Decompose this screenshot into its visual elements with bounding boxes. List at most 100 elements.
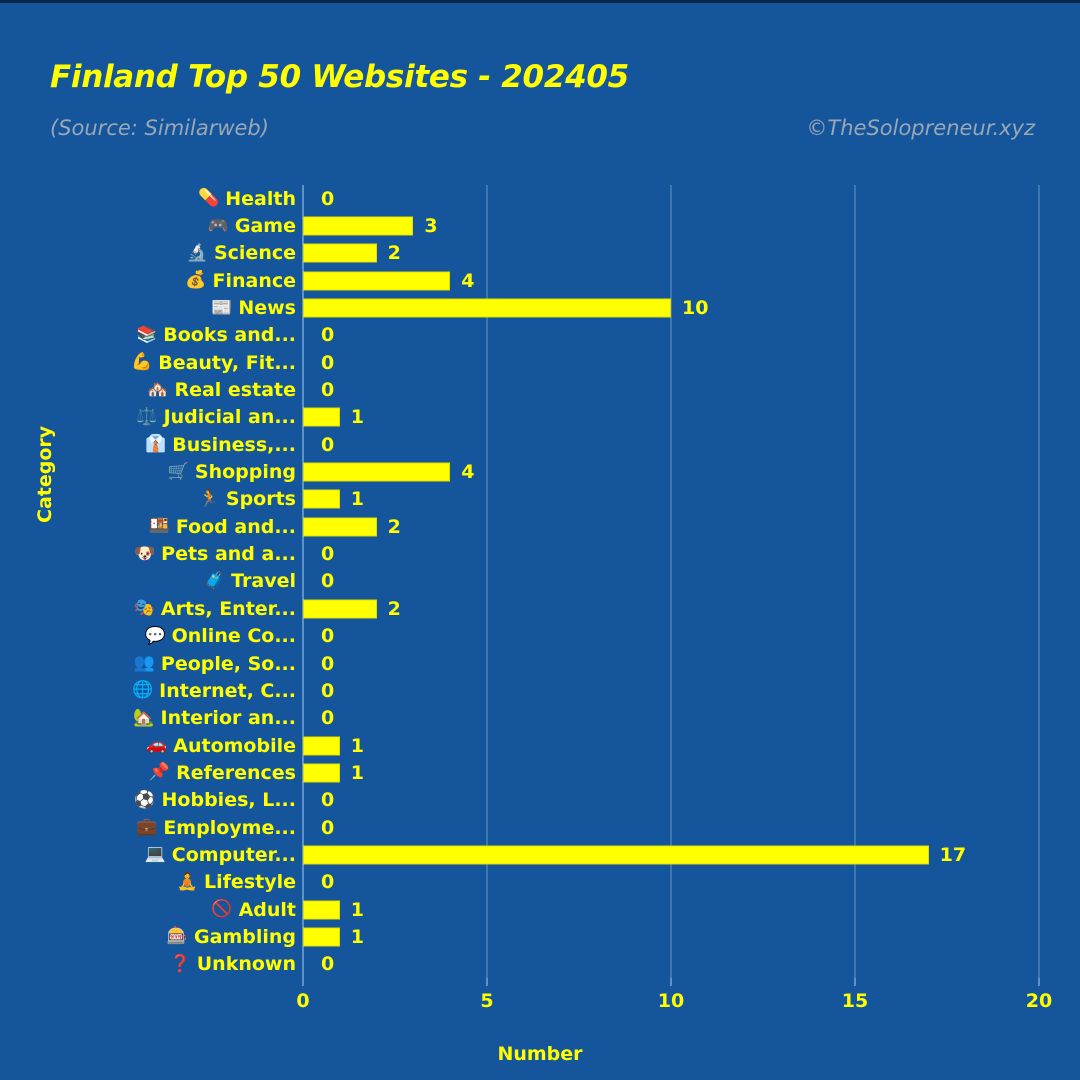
- bar-value-label: 3: [424, 215, 438, 238]
- y-axis-tick-label: 🏘️ Real estate: [147, 379, 296, 401]
- bar-row: 📌 References 1: [0, 759, 1080, 786]
- category-name: News: [238, 297, 296, 320]
- y-axis-tick-label: 🏡 Interior an...: [133, 707, 296, 729]
- x-axis-tick: [302, 978, 304, 986]
- performing-arts-icon: 🎭: [133, 598, 155, 619]
- no-entry-icon: 🚫: [211, 899, 233, 920]
- bar-value-label: 1: [350, 488, 365, 511]
- bar-row: 🏡 Interior an... 0: [0, 705, 1080, 732]
- bar: [303, 900, 340, 920]
- bar-value-label: 0: [321, 789, 335, 812]
- y-axis-tick-label: 🐶 Pets and a...: [134, 543, 296, 565]
- bar-value-label: 2: [387, 597, 401, 620]
- category-name: Internet, C...: [159, 679, 296, 702]
- bar: [303, 763, 340, 783]
- x-axis-tick-label: 20: [1025, 990, 1053, 1012]
- category-name: Employme...: [163, 816, 296, 839]
- y-axis-tick-label: 👔 Business,...: [145, 434, 296, 456]
- category-name: Game: [234, 215, 296, 238]
- person-meditating-icon: 🧘: [176, 871, 199, 892]
- bar-row: 🎭 Arts, Enter... 2: [0, 595, 1080, 622]
- car-icon: 🚗: [146, 735, 168, 756]
- bar: [303, 845, 929, 865]
- y-axis-tick-label: 🎮 Game: [208, 215, 296, 237]
- category-name: Lifestyle: [204, 871, 296, 894]
- category-name: Finance: [212, 269, 296, 292]
- bar-row: 💪 Beauty, Fit... 0: [0, 349, 1080, 376]
- runner-icon: 🏃: [198, 488, 220, 509]
- balance-scale-icon: ⚖️: [136, 406, 158, 427]
- bar-row: 🍱 Food and... 2: [0, 513, 1080, 540]
- books-icon: 📚: [136, 324, 158, 345]
- slot-machine-icon: 🎰: [166, 926, 189, 947]
- y-axis-tick-label: ⚖️ Judicial an...: [136, 406, 296, 428]
- bar-value-label: 4: [461, 461, 475, 484]
- y-axis-tick-label: 🛒 Shopping: [168, 461, 296, 483]
- y-axis-tick-label: 📌 References: [149, 762, 296, 784]
- bar-row: 🌐 Internet, C... 0: [0, 677, 1080, 704]
- house-with-garden-icon: 🏡: [133, 707, 155, 728]
- bar-value-label: 1: [350, 734, 365, 757]
- category-name: Hobbies, L...: [161, 789, 296, 812]
- bar: [303, 243, 377, 263]
- newspaper-icon: 📰: [211, 297, 233, 318]
- bar: [303, 517, 377, 537]
- bar-value-label: 0: [321, 625, 335, 648]
- y-axis-tick-label: ⚽ Hobbies, L...: [134, 789, 296, 811]
- bar: [303, 298, 671, 318]
- bar-value-label: 0: [321, 433, 335, 456]
- bar-value-label: 0: [321, 679, 335, 702]
- bar-value-label: 0: [321, 652, 335, 675]
- bar-value-label: 4: [461, 269, 475, 292]
- luggage-icon: 🧳: [203, 570, 226, 591]
- y-axis-tick-label: 🚫 Adult: [211, 899, 296, 921]
- shopping-cart-icon: 🛒: [167, 461, 189, 482]
- game-controller-icon: 🎮: [207, 215, 229, 236]
- bar-row: 🚗 Automobile 1: [0, 732, 1080, 759]
- bar-row: 🔬 Science 2: [0, 240, 1080, 267]
- category-name: Interior an...: [160, 707, 297, 730]
- category-name: Books and...: [163, 324, 296, 347]
- bar-row: 🧘 Lifestyle 0: [0, 869, 1080, 896]
- bar-row: 🧳 Travel 0: [0, 568, 1080, 595]
- chart-figure: Finland Top 50 Websites - 202405 (Source…: [0, 0, 1080, 1080]
- bar: [303, 216, 414, 236]
- x-axis-tick: [486, 978, 488, 986]
- x-axis-tick-label: 0: [296, 990, 310, 1012]
- category-name: Computer...: [171, 843, 296, 866]
- speech-balloon-icon: 💬: [144, 625, 166, 646]
- bar: [303, 462, 451, 482]
- y-axis-tick-label: 💼 Employme...: [136, 817, 296, 839]
- y-axis-tick-label: 📰 News: [211, 297, 296, 319]
- bar-row: ❓ Unknown 0: [0, 951, 1080, 978]
- bar-row: 👔 Business,... 0: [0, 431, 1080, 458]
- laptop-icon: 💻: [144, 844, 166, 865]
- category-name: Shopping: [194, 461, 296, 484]
- chart-title: Finland Top 50 Websites - 202405: [50, 59, 629, 95]
- y-axis-tick-label: 💊 Health: [198, 188, 296, 210]
- bar: [303, 271, 451, 291]
- bar-value-label: 17: [939, 843, 967, 866]
- category-name: Real estate: [174, 379, 296, 402]
- bar-value-label: 0: [321, 187, 335, 210]
- category-name: Arts, Enter...: [160, 597, 296, 620]
- dog-face-icon: 🐶: [133, 543, 156, 564]
- x-axis-tick-label: 15: [841, 990, 869, 1012]
- category-name: Food and...: [175, 515, 296, 538]
- y-axis-tick-label: ❓ Unknown: [170, 953, 296, 975]
- bar-row: ⚖️ Judicial an... 1: [0, 404, 1080, 431]
- x-axis-tick: [854, 978, 856, 986]
- x-axis-tick: [1038, 978, 1040, 986]
- category-name: Adult: [238, 898, 296, 921]
- y-axis-tick-label: 🧳 Travel: [204, 570, 296, 592]
- category-name: Gambling: [194, 925, 296, 948]
- bar-value-label: 10: [682, 297, 709, 320]
- bar-value-label: 0: [321, 324, 335, 347]
- y-axis-tick-label: 🌐 Internet, C...: [132, 680, 296, 702]
- x-axis-tick-label: 10: [657, 990, 685, 1012]
- bento-box-icon: 🍱: [148, 516, 170, 537]
- y-axis-tick-label: 💰 Finance: [185, 270, 296, 292]
- question-mark-icon: ❓: [169, 953, 191, 974]
- bar-row: 🏃 Sports 1: [0, 486, 1080, 513]
- bar-row: 🐶 Pets and a... 0: [0, 540, 1080, 567]
